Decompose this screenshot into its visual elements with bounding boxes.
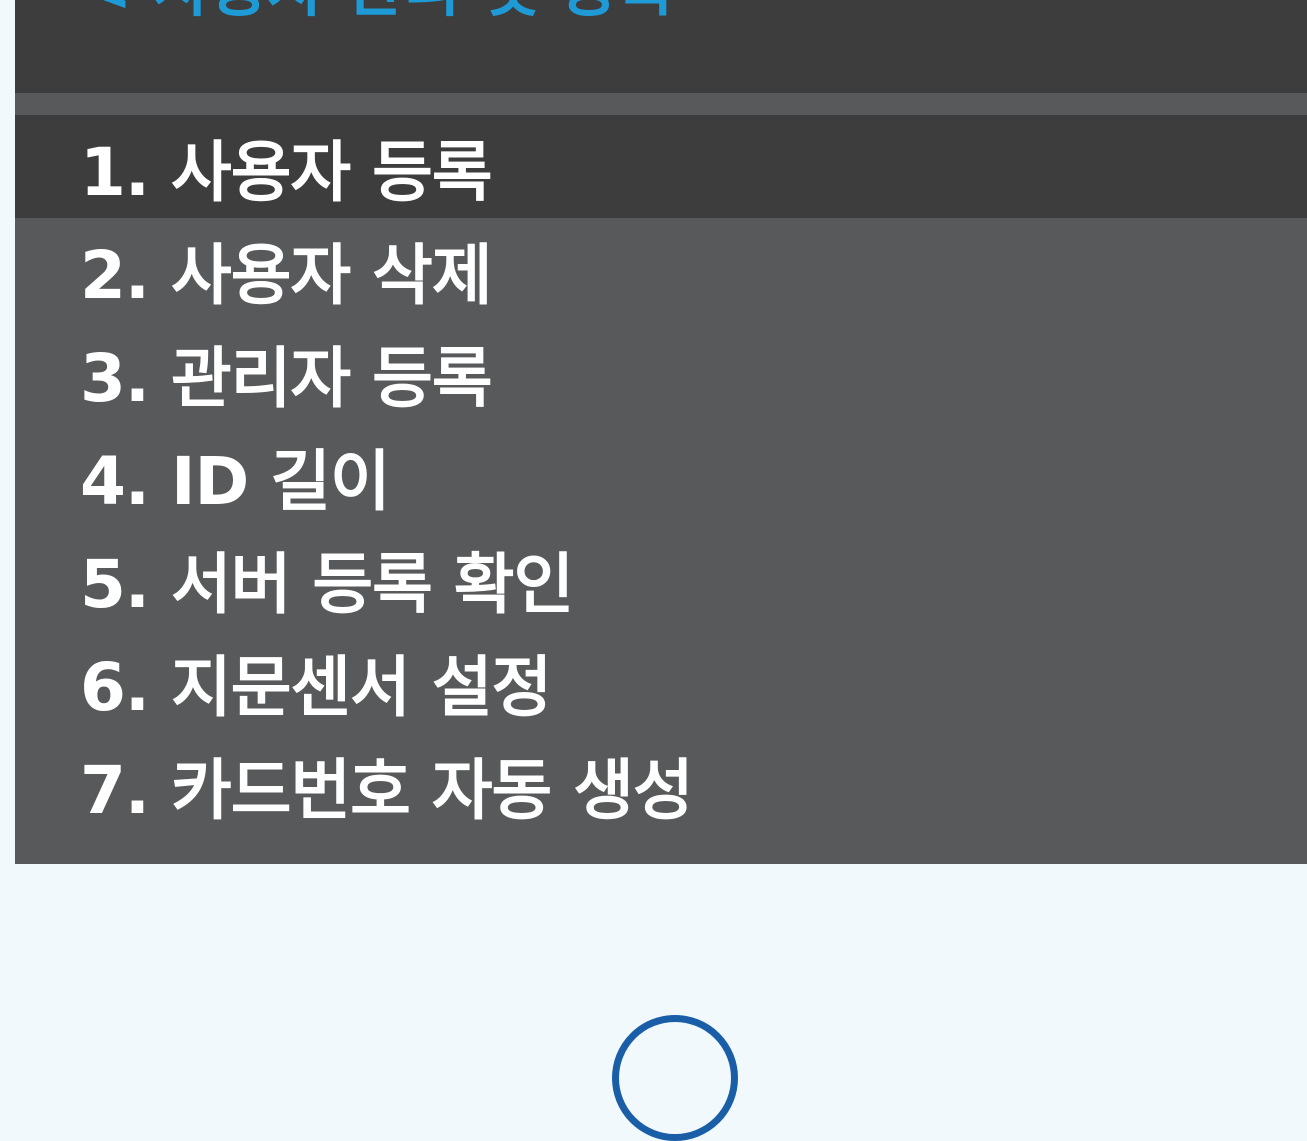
title-bar: < 사용자 관리 및 등록: [15, 0, 1307, 93]
menu-item-id-length[interactable]: 4. ID 길이: [15, 424, 1307, 527]
back-title-button[interactable]: < 사용자 관리 및 등록: [80, 0, 675, 20]
menu-item-fingerprint-sensor[interactable]: 6. 지문센서 설정: [15, 630, 1307, 733]
menu-item-user-register[interactable]: 1. 사용자 등록: [15, 115, 1307, 218]
device-screen: < 사용자 관리 및 등록 1. 사용자 등록 2. 사용자 삭제 3. 관리자…: [15, 0, 1307, 864]
menu-item-card-number-auto[interactable]: 7. 카드번호 자동 생성: [15, 733, 1307, 836]
menu-item-admin-register[interactable]: 3. 관리자 등록: [15, 321, 1307, 424]
device-bezel: [0, 864, 1307, 1033]
settings-menu: 1. 사용자 등록 2. 사용자 삭제 3. 관리자 등록 4. ID 길이 5…: [15, 115, 1307, 836]
home-button[interactable]: [612, 1015, 738, 1141]
menu-item-user-delete[interactable]: 2. 사용자 삭제: [15, 218, 1307, 321]
title-divider: [15, 93, 1307, 115]
menu-item-server-register-check[interactable]: 5. 서버 등록 확인: [15, 527, 1307, 630]
